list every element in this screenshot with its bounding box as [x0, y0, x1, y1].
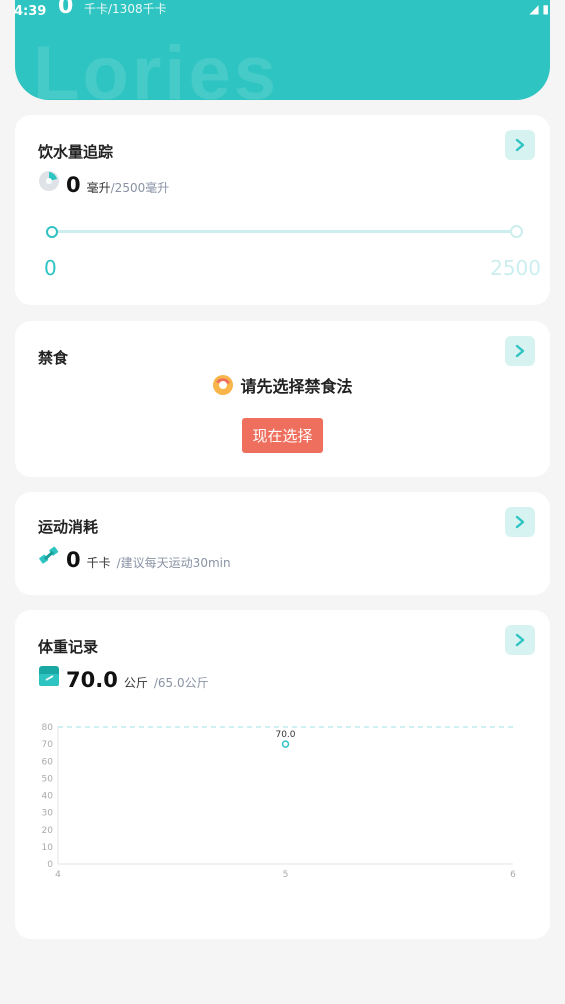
y-tick-label: 50: [42, 774, 54, 784]
exercise-hint: /建议每天运动30min: [116, 556, 231, 570]
battery-icon: ▮: [542, 2, 549, 16]
y-tick-label: 30: [42, 809, 54, 819]
weight-card: 体重记录 70.0 公斤 /65.0公斤 0 10 20 30 40 50 60 70 80 4 5…: [15, 610, 550, 939]
chevron-right-icon: [515, 515, 525, 529]
weight-unit: 公斤: [123, 676, 148, 690]
x-tick-label: 5: [283, 870, 289, 880]
x-tick-label: 6: [510, 870, 516, 880]
calorie-target: 千卡/1308千卡: [84, 2, 167, 16]
y-tick-label: 60: [42, 757, 54, 767]
weight-chart: 0 10 20 30 40 50 60 70 80 4 5 6 70.0: [15, 710, 550, 900]
exercise-detail-button[interactable]: [505, 507, 535, 537]
timer-gauge-icon: [213, 375, 234, 395]
status-icons: ◢ ▮: [529, 2, 549, 16]
water-slider-end: [510, 225, 523, 238]
exercise-value: 0: [66, 548, 81, 572]
fasting-message: 请先选择禁食法: [15, 373, 550, 397]
y-tick-label: 0: [47, 860, 53, 870]
calorie-value: 0: [58, 0, 74, 19]
status-time: 4:39: [14, 4, 47, 19]
fasting-card: 禁食 请先选择禁食法 现在选择: [15, 321, 550, 477]
exercise-unit: 千卡: [86, 556, 111, 570]
chevron-right-icon: [515, 344, 525, 358]
weight-detail-button[interactable]: [505, 625, 535, 655]
y-tick-label: 70: [42, 740, 54, 750]
weight-summary: 70.0 公斤 /65.0公斤: [38, 665, 209, 692]
data-point: [281, 740, 290, 748]
weight-chart-svg: 0 10 20 30 40 50 60 70 80 4 5 6 70.0: [42, 723, 517, 880]
signal-icon: ◢: [529, 2, 539, 16]
water-slider-min: 0: [44, 256, 57, 280]
scale-icon: [39, 666, 59, 686]
data-point-label: 70.0: [275, 730, 295, 740]
chevron-right-icon: [515, 138, 525, 152]
exercise-card: 运动消耗 0 千卡 /建议每天运动30min: [15, 492, 550, 595]
y-tick-label: 40: [42, 792, 54, 802]
fasting-message-text: 请先选择禁食法: [240, 377, 353, 396]
fasting-title: 禁食: [38, 349, 69, 367]
water-value: 0: [66, 173, 81, 197]
chevron-right-icon: [515, 633, 525, 647]
water-unit: 毫升: [86, 181, 111, 195]
weight-title: 体重记录: [38, 638, 99, 656]
fasting-detail-button[interactable]: [505, 336, 535, 366]
weight-value: 70.0: [66, 668, 118, 692]
water-slider-track[interactable]: [51, 230, 517, 233]
y-tick-label: 20: [42, 826, 54, 836]
y-tick-label: 10: [42, 843, 54, 853]
choose-fasting-button[interactable]: 现在选择: [242, 418, 323, 453]
exercise-summary: 0 千卡 /建议每天运动30min: [38, 545, 231, 572]
water-slider-handle[interactable]: [46, 226, 58, 238]
exercise-title: 运动消耗: [38, 518, 99, 536]
dumbbell-icon: [39, 546, 59, 564]
water-card: 饮水量追踪 0 毫升/2500毫升 0 2500: [15, 115, 550, 305]
x-tick-label: 4: [55, 870, 61, 880]
header-watermark: Lories: [33, 31, 280, 100]
weight-target: /65.0公斤: [153, 676, 209, 690]
water-slider-max: 2500: [490, 256, 541, 280]
water-target: /2500毫升: [110, 181, 170, 195]
water-cup-icon: [39, 171, 59, 191]
water-title: 饮水量追踪: [38, 143, 114, 161]
water-summary: 0 毫升/2500毫升: [38, 170, 169, 197]
y-tick-label: 80: [42, 723, 54, 733]
water-detail-button[interactable]: [505, 130, 535, 160]
